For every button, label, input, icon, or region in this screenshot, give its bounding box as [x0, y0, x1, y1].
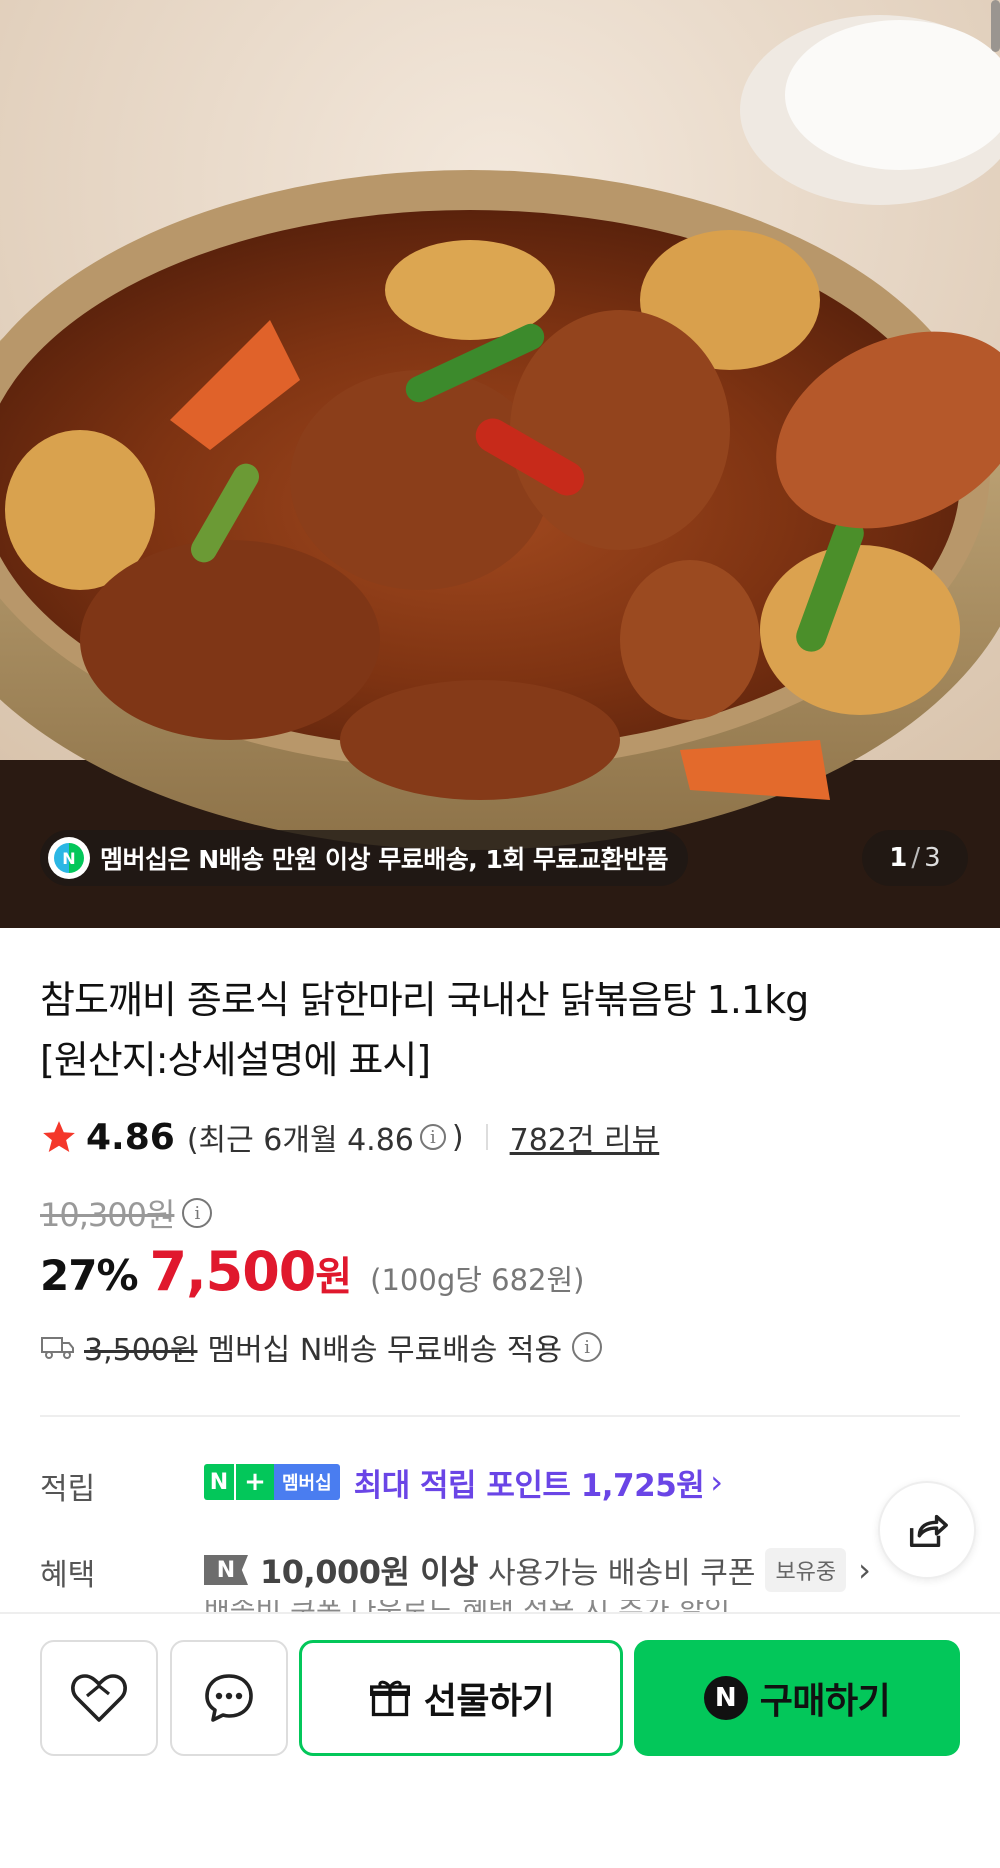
gift-button[interactable]: 선물하기: [299, 1640, 623, 1756]
rating-recent-close: ): [451, 1119, 464, 1155]
image-counter: 1 / 3: [862, 830, 968, 886]
rating-recent: (최근 6개월 4.86 i ): [187, 1115, 464, 1159]
points-label: 적립: [40, 1472, 96, 1507]
original-price-row: 10,300원 i: [40, 1190, 218, 1236]
membership-promo-banner[interactable]: N 멤버십은 N배송 만원 이상 무료배송, 1회 무료교환반품: [40, 830, 689, 886]
section-divider: [40, 1415, 960, 1417]
heart-icon: [71, 1674, 127, 1722]
shipping-info-icon[interactable]: i: [572, 1332, 603, 1362]
buy-button-label: 구매하기: [759, 1681, 891, 1722]
rating-row: 4.86 (최근 6개월 4.86 i ) 782건 리뷰: [40, 1112, 659, 1162]
image-counter-separator: /: [911, 843, 921, 873]
sale-price-currency: 원: [315, 1254, 353, 1300]
page-scrollbar[interactable]: [991, 0, 1000, 52]
price-info-icon[interactable]: i: [182, 1198, 213, 1228]
sale-price-row: 27% 7,500 원 (100g당 682원): [40, 1240, 584, 1303]
product-title-line1: 참도깨비 종로식 닭한마리 국내산 닭볶음탕 1.1kg: [40, 978, 809, 1022]
product-image-carousel[interactable]: N 멤버십은 N배송 만원 이상 무료배송, 1회 무료교환반품 1 / 3: [0, 0, 1000, 928]
divider: [485, 1124, 488, 1150]
shipping-text: 멤버십 N배송 무료배송 적용: [207, 1333, 563, 1368]
product-title: 참도깨비 종로식 닭한마리 국내산 닭볶음탕 1.1kg [원산지:상세설명에 …: [40, 970, 940, 1090]
wishlist-button[interactable]: [40, 1640, 158, 1756]
chevron-right-icon: ›: [710, 1463, 724, 1501]
original-price: 10,300원: [40, 1196, 175, 1234]
points-row[interactable]: N + 멤버십 최대 적립 포인트 1,725원 ›: [204, 1462, 724, 1504]
buy-button[interactable]: N 구매하기: [634, 1640, 960, 1756]
sale-price: 7,500: [149, 1240, 317, 1303]
shipping-old-fee: 3,500원: [84, 1333, 198, 1368]
coupon-held-badge: 보유중: [765, 1548, 847, 1592]
coupon-row[interactable]: N 10,000원 이상 사용가능 배송비 쿠폰 보유중 ›: [204, 1548, 871, 1592]
gift-icon: [369, 1680, 410, 1717]
image-counter-total: 3: [924, 843, 941, 873]
product-photo: [0, 0, 1000, 928]
max-points-text: 최대 적립 포인트 1,725원: [353, 1467, 705, 1504]
review-count-link[interactable]: 782건 리뷰: [510, 1115, 660, 1159]
membership-n-icon: N: [48, 837, 90, 879]
share-icon: [909, 1514, 948, 1548]
star-icon: [43, 1121, 75, 1153]
share-button[interactable]: [878, 1481, 976, 1579]
membership-label: 멤버십: [274, 1464, 340, 1500]
naver-n-icon: N: [703, 1676, 748, 1720]
promo-text: 멤버십은 N배송 만원 이상 무료배송, 1회 무료교환반품: [100, 845, 669, 874]
talk-button[interactable]: [170, 1640, 288, 1756]
chevron-right-icon: ›: [858, 1551, 871, 1589]
naver-coupon-icon: N: [204, 1555, 248, 1585]
discount-rate: 27%: [40, 1251, 139, 1300]
coupon-text: 사용가능 배송비 쿠폰: [487, 1556, 756, 1591]
truck-icon: [41, 1337, 74, 1359]
unit-price: (100g당 682원): [370, 1263, 585, 1297]
npay-n-icon: N: [204, 1464, 234, 1500]
benefit-label: 혜택: [40, 1558, 96, 1593]
rating-value: 4.86: [86, 1116, 175, 1158]
info-icon[interactable]: i: [419, 1124, 446, 1150]
coupon-threshold: 10,000원 이상: [260, 1553, 478, 1591]
image-counter-current: 1: [889, 843, 908, 873]
plus-icon: +: [234, 1464, 274, 1500]
npay-membership-badge: N + 멤버십: [204, 1464, 340, 1500]
rating-recent-text: (최근 6개월 4.86: [186, 1123, 414, 1158]
bottom-action-bar: 선물하기 N 구매하기: [0, 1612, 1000, 1868]
shipping-row: 3,500원 멤버십 N배송 무료배송 적용 i: [40, 1324, 608, 1370]
chat-bubble-icon: [205, 1674, 253, 1722]
gift-button-label: 선물하기: [423, 1681, 555, 1722]
product-title-line2: [원산지:상세설명에 표시]: [40, 1038, 431, 1082]
